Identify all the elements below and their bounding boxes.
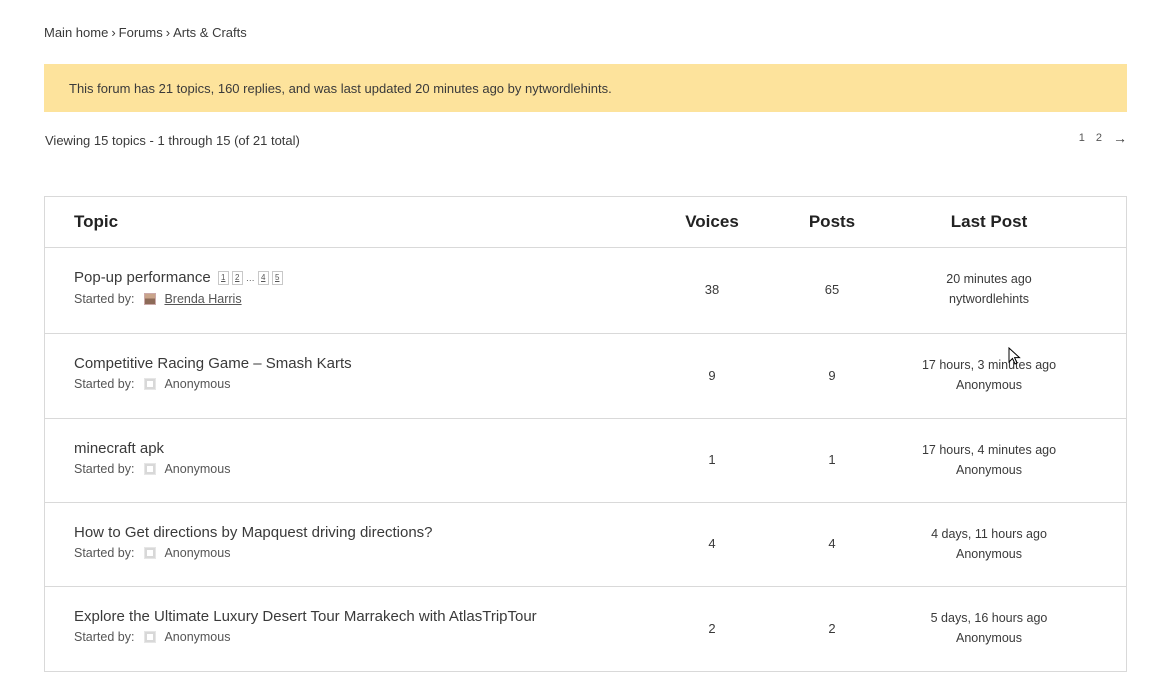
author-name: Anonymous: [164, 462, 231, 476]
last-post-time-link[interactable]: 5 days, 16 hours ago: [931, 611, 1048, 625]
started-by-label: Started by:: [74, 546, 135, 560]
breadcrumb-separator: ›: [165, 25, 171, 40]
anonymous-avatar-icon: [144, 631, 157, 643]
started-by: Started by: Anonymous: [74, 546, 230, 560]
voices-count: 4: [708, 536, 716, 551]
breadcrumb-current: Arts & Crafts: [173, 25, 247, 40]
breadcrumb: Main home › Forums › Arts & Crafts: [44, 25, 247, 40]
topic-mini-pagination: 1 2 … 4 5: [217, 270, 283, 285]
anonymous-avatar-icon: [144, 547, 157, 559]
started-by: Started by: Anonymous: [74, 630, 230, 644]
posts-count: 4: [828, 536, 836, 551]
started-by: Started by: Anonymous: [74, 377, 230, 391]
header-voices: Voices: [685, 212, 739, 231]
table-row: Pop-up performance 1 2 … 4 5 Started by:…: [45, 248, 1126, 334]
table-row: minecraft apk Started by: Anonymous 1 1 …: [45, 419, 1126, 503]
breadcrumb-separator: ›: [111, 25, 116, 40]
last-post-author: Anonymous: [955, 631, 1022, 645]
voices-count: 2: [708, 621, 716, 636]
topic-title-link[interactable]: Competitive Racing Game – Smash Karts: [74, 355, 352, 372]
topic-page-link[interactable]: 4: [257, 270, 269, 285]
last-post-author: Anonymous: [955, 547, 1022, 561]
last-post-time-link[interactable]: 17 hours, 4 minutes ago: [922, 443, 1056, 457]
table-header: Topic Voices Posts Last Post: [45, 197, 1126, 248]
last-post-author: Anonymous: [955, 378, 1022, 392]
author-name: Anonymous: [164, 377, 231, 391]
started-by: Started by: Brenda Harris: [74, 292, 242, 306]
last-post-time-link[interactable]: 17 hours, 3 minutes ago: [922, 358, 1056, 372]
last-post-author: Anonymous: [955, 463, 1022, 477]
voices-count: 9: [708, 368, 716, 383]
started-by-label: Started by:: [74, 377, 135, 391]
last-post: 17 hours, 3 minutes ago Anonymous: [889, 355, 1089, 395]
header-posts: Posts: [808, 212, 856, 231]
started-by-label: Started by:: [74, 292, 135, 306]
last-post-time-link[interactable]: 20 minutes ago: [946, 272, 1031, 286]
topic-page-link[interactable]: 2: [231, 270, 243, 285]
topic-page-link[interactable]: 5: [271, 270, 283, 285]
table-row: Explore the Ultimate Luxury Desert Tour …: [45, 587, 1126, 672]
forum-page: Main home › Forums › Arts & Crafts This foru…: [0, 0, 1165, 678]
pagination: 1 2 →: [1079, 130, 1127, 146]
topic-title-link[interactable]: Explore the Ultimate Luxury Desert Tour …: [74, 608, 537, 625]
notice-text: This forum has 21 topics, 160 replies, a…: [69, 80, 612, 96]
forum-info-notice: This forum has 21 topics, 160 replies, a…: [44, 64, 1127, 112]
header-last-post: Last Post: [950, 212, 1028, 231]
topic-title-link[interactable]: minecraft apk: [74, 440, 164, 457]
last-post: 4 days, 11 hours ago Anonymous: [889, 524, 1089, 564]
topic-title-row: How to Get directions by Mapquest drivin…: [74, 524, 433, 541]
last-post-author-link[interactable]: nytwordlehints: [949, 292, 1029, 306]
topic-title-row: Competitive Racing Game – Smash Karts: [74, 355, 352, 372]
started-by-label: Started by:: [74, 462, 135, 476]
anonymous-avatar-icon: [144, 378, 157, 390]
last-post: 17 hours, 4 minutes ago Anonymous: [889, 440, 1089, 480]
viewing-count: Viewing 15 topics - 1 through 15 (of 21 …: [45, 133, 300, 148]
posts-count: 2: [828, 621, 836, 636]
table-row: How to Get directions by Mapquest drivin…: [45, 503, 1126, 587]
last-post: 20 minutes ago nytwordlehints: [889, 269, 1089, 309]
topic-title-link[interactable]: How to Get directions by Mapquest drivin…: [74, 524, 433, 541]
next-page-arrow-icon[interactable]: →: [1113, 130, 1127, 146]
topic-title-row: minecraft apk: [74, 440, 164, 457]
breadcrumb-forums[interactable]: Forums: [119, 25, 163, 40]
posts-count: 1: [828, 452, 836, 467]
anonymous-avatar-icon: [144, 463, 157, 475]
topic-title-row: Pop-up performance 1 2 … 4 5: [74, 269, 283, 286]
author-name: Anonymous: [164, 546, 231, 560]
topics-table: Topic Voices Posts Last Post Pop-up perf…: [44, 196, 1127, 672]
mouse-cursor-icon: [1008, 347, 1021, 365]
breadcrumb-main-home[interactable]: Main home: [44, 25, 108, 40]
topic-page-link[interactable]: 1: [217, 270, 229, 285]
topic-page-ellipsis: …: [245, 272, 255, 283]
started-by: Started by: Anonymous: [74, 462, 230, 476]
topic-title-row: Explore the Ultimate Luxury Desert Tour …: [74, 608, 537, 625]
author-link[interactable]: Brenda Harris: [164, 292, 241, 306]
posts-count: 65: [824, 282, 840, 297]
voices-count: 38: [704, 282, 720, 297]
topic-title-link[interactable]: Pop-up performance: [74, 269, 211, 286]
voices-count: 1: [708, 452, 716, 467]
last-post-time-link[interactable]: 4 days, 11 hours ago: [931, 527, 1047, 541]
user-avatar-icon: [144, 293, 157, 305]
page-2-link[interactable]: 2: [1096, 132, 1102, 144]
author-name: Anonymous: [164, 630, 231, 644]
posts-count: 9: [828, 368, 836, 383]
page-1-current: 1: [1078, 132, 1085, 144]
started-by-label: Started by:: [74, 630, 135, 644]
header-topic: Topic: [74, 212, 119, 231]
last-post: 5 days, 16 hours ago Anonymous: [889, 608, 1089, 648]
table-row: Competitive Racing Game – Smash Karts St…: [45, 334, 1126, 419]
